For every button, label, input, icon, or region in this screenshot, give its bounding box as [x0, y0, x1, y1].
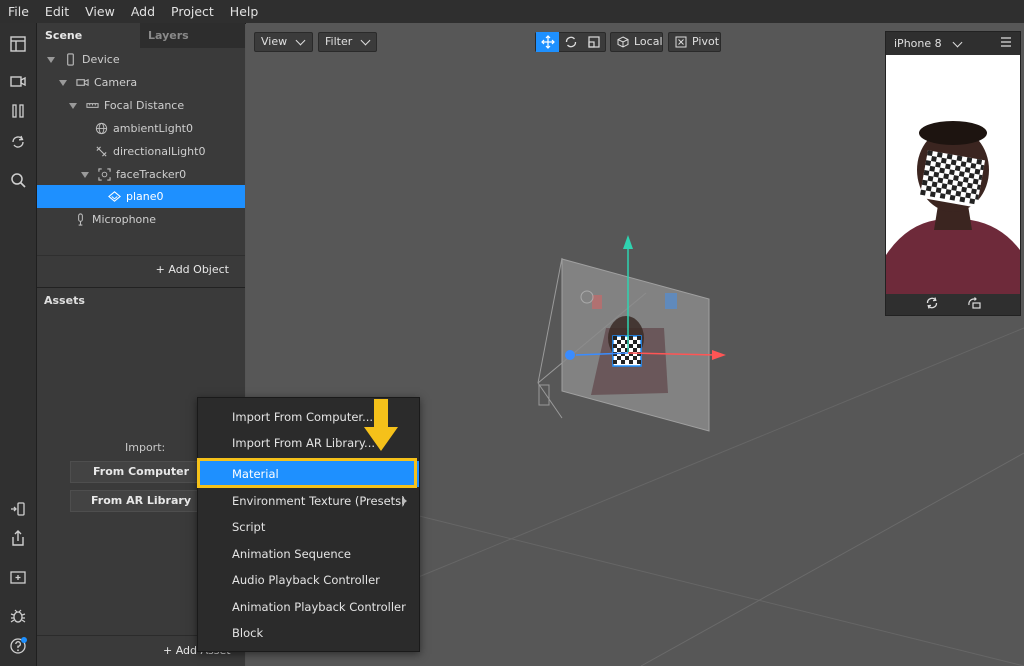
- tree-item-camera[interactable]: Camera: [59, 71, 245, 94]
- tab-scene[interactable]: Scene: [37, 23, 140, 48]
- tree-item-label: Focal Distance: [104, 99, 185, 112]
- upload-icon[interactable]: [6, 526, 30, 550]
- help-icon[interactable]: [6, 634, 30, 658]
- rotate-tool-icon[interactable]: [559, 32, 582, 52]
- device-preview-header: iPhone 8: [886, 32, 1020, 55]
- menu-file[interactable]: File: [0, 0, 37, 23]
- pause-icon[interactable]: [6, 99, 30, 123]
- menu-item-label: Environment Texture (Presets): [232, 494, 406, 508]
- add-patch-icon[interactable]: [6, 565, 30, 589]
- submenu-arrow-icon: [402, 497, 407, 505]
- filter-dropdown[interactable]: Filter: [318, 32, 377, 52]
- pivot-icon: [675, 36, 687, 48]
- search-icon[interactable]: [6, 168, 30, 192]
- filter-dropdown-label: Filter: [325, 35, 353, 48]
- menu-edit[interactable]: Edit: [37, 0, 77, 23]
- tree-item-microphone[interactable]: Microphone: [73, 208, 245, 231]
- device-preview-footer: [886, 294, 1020, 315]
- local-toggle[interactable]: Local: [610, 32, 663, 52]
- send-to-device-icon[interactable]: [6, 497, 30, 521]
- menu-view[interactable]: View: [77, 0, 123, 23]
- phone-icon: [63, 53, 77, 67]
- menu-item-audio-playback-controller[interactable]: Audio Playback Controller: [198, 567, 419, 593]
- tree-item-label: directionalLight0: [113, 145, 206, 158]
- view-dropdown-label: View: [261, 35, 288, 48]
- device-selector[interactable]: iPhone 8: [894, 37, 963, 50]
- tree-item-label: plane0: [126, 190, 164, 203]
- pivot-toggle-label: Pivot: [692, 35, 720, 48]
- local-toggle-label: Local: [634, 35, 663, 48]
- refresh-icon[interactable]: [6, 130, 30, 154]
- chevron-down-icon: [952, 37, 963, 47]
- tree-item-facetracker0[interactable]: faceTracker0: [81, 163, 245, 186]
- device-name: iPhone 8: [894, 37, 942, 50]
- menu-item-script[interactable]: Script: [198, 514, 419, 540]
- pivot-toggle[interactable]: Pivot: [668, 32, 721, 52]
- from-ar-library-button[interactable]: From AR Library: [70, 490, 212, 512]
- camera-icon: [75, 76, 89, 90]
- divider: [37, 255, 245, 256]
- expand-arrow-icon[interactable]: [47, 56, 55, 63]
- refresh-icon[interactable]: [925, 296, 939, 313]
- tree-item-label: Device: [82, 53, 120, 66]
- menu-item-animation-playback-controller[interactable]: Animation Playback Controller: [198, 594, 419, 620]
- menu-item-animation-sequence[interactable]: Animation Sequence: [198, 541, 419, 567]
- face-tracker-icon: [97, 168, 111, 182]
- layout-icon[interactable]: [6, 32, 30, 56]
- expand-arrow-icon[interactable]: [81, 171, 89, 178]
- move-tool-icon[interactable]: [536, 32, 559, 52]
- tree-item-label: Camera: [94, 76, 138, 89]
- from-computer-button[interactable]: From Computer: [70, 461, 212, 483]
- menu-item-block[interactable]: Block: [198, 620, 419, 646]
- tree-item-device[interactable]: Device: [47, 48, 245, 71]
- device-preview: iPhone 8: [885, 31, 1021, 316]
- plane-icon: [107, 190, 121, 204]
- video-camera-icon[interactable]: [6, 69, 30, 93]
- person-preview-image: [886, 55, 1020, 294]
- hamburger-menu-icon[interactable]: [1000, 37, 1012, 50]
- transform-tool-group: [535, 32, 606, 52]
- tree-item-directionallight0[interactable]: directionalLight0: [94, 140, 245, 163]
- import-label: Import:: [125, 441, 166, 454]
- tree-item-label: Microphone: [92, 213, 157, 226]
- tree-item-ambientlight0[interactable]: ambientLight0: [94, 117, 245, 140]
- menu-add[interactable]: Add: [123, 0, 163, 23]
- rotate-device-icon[interactable]: [967, 296, 981, 313]
- menubar: File Edit View Add Project Help: [0, 0, 1024, 24]
- directional-light-icon: [94, 145, 108, 159]
- menu-help[interactable]: Help: [222, 0, 267, 23]
- ruler-icon: [85, 99, 99, 113]
- menu-item-environment-texture[interactable]: Environment Texture (Presets): [198, 488, 419, 514]
- add-object-button[interactable]: + Add Object: [156, 263, 229, 276]
- device-camera-feed: [886, 55, 1020, 294]
- tree-item-focal-distance[interactable]: Focal Distance: [69, 94, 245, 117]
- tutorial-arrow-icon: [364, 399, 398, 451]
- bug-icon[interactable]: [6, 604, 30, 628]
- assets-title: Assets: [44, 294, 85, 307]
- tree-item-plane0[interactable]: plane0: [37, 185, 245, 208]
- expand-arrow-icon[interactable]: [69, 102, 77, 109]
- chevron-down-icon: [360, 35, 371, 46]
- scene-tabs: Scene Layers: [37, 23, 245, 48]
- scale-tool-icon[interactable]: [582, 32, 605, 52]
- cube-icon: [617, 36, 629, 48]
- tree-item-label: ambientLight0: [113, 122, 193, 135]
- microphone-icon: [73, 213, 87, 227]
- view-dropdown[interactable]: View: [254, 32, 313, 52]
- left-toolstrip: [0, 23, 37, 666]
- globe-icon: [94, 122, 108, 136]
- tab-layers[interactable]: Layers: [140, 23, 243, 48]
- scene-panel: Scene Layers Device Camera Focal Distanc…: [37, 23, 245, 288]
- tutorial-highlight-frame: [197, 458, 417, 488]
- chevron-down-icon: [295, 35, 306, 46]
- tree-item-label: faceTracker0: [116, 168, 187, 181]
- menu-project[interactable]: Project: [163, 0, 222, 23]
- expand-arrow-icon[interactable]: [59, 79, 67, 86]
